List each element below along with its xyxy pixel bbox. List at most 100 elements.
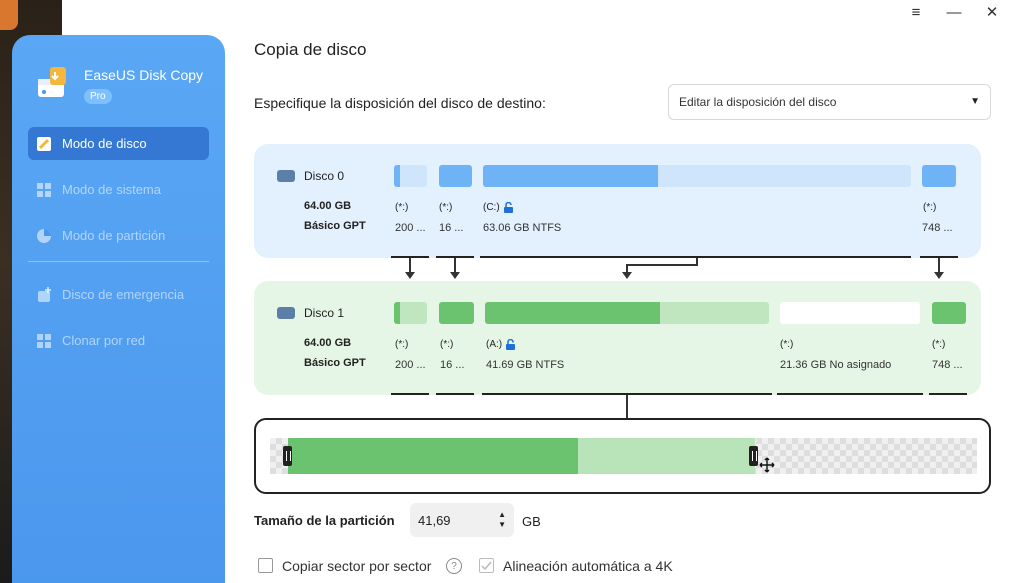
- layout-select-value: Editar la disposición del disco: [679, 95, 837, 109]
- arrow-down-icon: [450, 272, 460, 279]
- partition-bar[interactable]: [439, 302, 474, 324]
- resize-used-space: [288, 438, 578, 474]
- resize-track[interactable]: [270, 438, 977, 474]
- partition-bar[interactable]: [932, 302, 966, 324]
- chevron-down-icon: ▼: [970, 96, 980, 107]
- disk-name: Disco 0: [304, 169, 345, 183]
- easeus-logo-icon: [38, 67, 66, 97]
- pro-badge: Pro: [84, 89, 112, 104]
- sidebar-divider: [28, 261, 209, 262]
- disk-size: 64.00 GB: [304, 200, 352, 212]
- nav-label: Modo de partición: [62, 228, 166, 243]
- arrow-down-icon: [622, 272, 632, 279]
- partition-underline: [436, 393, 474, 395]
- partition-bar[interactable]: [394, 165, 427, 187]
- nav-label: Clonar por red: [62, 333, 146, 348]
- copy-arrow: [626, 264, 628, 272]
- nav-label: Disco de emergencia: [62, 287, 185, 302]
- unlock-icon: [506, 339, 516, 350]
- partition-detail: 63.06 GB NTFS: [483, 222, 562, 234]
- page-title: Copia de disco: [254, 40, 367, 59]
- close-icon[interactable]: ✕: [980, 2, 1004, 22]
- windows-icon: [37, 182, 51, 197]
- partition-size-input[interactable]: 41,69 ▲ ▼: [410, 503, 514, 537]
- layout-label: Especifique la disposición del disco de …: [254, 95, 546, 111]
- sidebar: EaseUS Disk Copy Pro Modo de disco Modo …: [12, 35, 225, 583]
- arrow-down-icon: [934, 272, 944, 279]
- partition-detail: 748 ...: [922, 222, 953, 234]
- partition-detail: 21.36 GB No asignado: [780, 359, 892, 371]
- partition-label: (*:): [440, 339, 454, 350]
- nav-emergency-disk[interactable]: Disco de emergencia: [28, 278, 209, 311]
- disk-type: Básico GPT: [304, 220, 366, 232]
- partition-detail: 41.69 GB NTFS: [486, 359, 565, 371]
- disk-type: Básico GPT: [304, 357, 366, 369]
- nav-network-clone[interactable]: Clonar por red: [28, 324, 209, 357]
- target-disk-panel: [254, 281, 981, 395]
- nav-partition-mode[interactable]: Modo de partición: [28, 219, 209, 252]
- check-icon: [481, 561, 492, 571]
- partition-underline: [391, 393, 429, 395]
- partition-detail: 200 ...: [395, 222, 426, 234]
- desktop-app-corner: [0, 0, 18, 30]
- lock-icon: [503, 202, 513, 213]
- partition-bar-selected[interactable]: [485, 302, 769, 324]
- nav-label: Modo de sistema: [62, 182, 161, 197]
- layout-select[interactable]: Editar la disposición del disco ▼: [668, 84, 991, 120]
- partition-detail: 16 ...: [440, 359, 465, 371]
- pie-icon: [37, 228, 51, 243]
- partition-size-value: 41,69: [418, 512, 451, 528]
- move-cursor-icon: [759, 457, 775, 473]
- partition-size-label: Tamaño de la partición: [254, 513, 395, 528]
- copy-arrow: [454, 258, 456, 272]
- sector-copy-label: Copiar sector por sector: [282, 558, 432, 574]
- partition-detail: 200 ...: [395, 359, 426, 371]
- sector-copy-checkbox[interactable]: [258, 558, 273, 573]
- partition-underline: [777, 393, 923, 395]
- step-down-icon[interactable]: ▼: [498, 520, 506, 530]
- nav-system-mode[interactable]: Modo de sistema: [28, 173, 209, 206]
- copy-arrow: [409, 258, 411, 272]
- minimize-icon[interactable]: —: [942, 2, 966, 22]
- partition-label: (*:): [395, 202, 409, 213]
- partition-label: (*:): [395, 339, 409, 350]
- partition-label: (*:): [932, 339, 946, 350]
- partition-bar[interactable]: [922, 165, 956, 187]
- hard-disk-icon: [277, 307, 295, 319]
- network-clone-icon: [37, 333, 51, 348]
- partition-label: (*:): [780, 339, 794, 350]
- partition-detail: 748 ...: [932, 359, 963, 371]
- help-icon[interactable]: ?: [446, 558, 462, 574]
- partition-label: (A:): [486, 339, 516, 350]
- copy-arrow: [938, 258, 940, 272]
- resize-left-handle[interactable]: [283, 446, 292, 466]
- align-4k-label: Alineación automática a 4K: [503, 558, 673, 574]
- partition-resize-box: [254, 418, 991, 494]
- hard-disk-icon: [277, 170, 295, 182]
- nav-label: Modo de disco: [62, 136, 147, 151]
- source-disk-panel: [254, 144, 981, 258]
- partition-bar-unallocated[interactable]: [780, 302, 920, 324]
- size-unit: GB: [522, 514, 541, 529]
- partition-detail: 16 ...: [439, 222, 464, 234]
- align-4k-checkbox[interactable]: [479, 558, 494, 573]
- partition-bar[interactable]: [394, 302, 427, 324]
- selected-partition-connector: [626, 395, 628, 418]
- app-title: EaseUS Disk Copy: [84, 67, 204, 83]
- partition-bar[interactable]: [439, 165, 472, 187]
- step-up-icon[interactable]: ▲: [498, 510, 506, 520]
- disk-name: Disco 1: [304, 306, 345, 320]
- arrow-down-icon: [405, 272, 415, 279]
- disk-mode-icon: [37, 136, 51, 151]
- emergency-disk-icon: [38, 286, 51, 302]
- menu-icon[interactable]: ≡: [904, 2, 928, 22]
- partition-underline: [929, 393, 967, 395]
- copy-arrow: [626, 264, 698, 266]
- resize-right-handle[interactable]: [749, 446, 758, 466]
- size-stepper[interactable]: ▲ ▼: [498, 510, 506, 530]
- partition-bar[interactable]: [483, 165, 911, 187]
- nav-disk-mode[interactable]: Modo de disco: [28, 127, 209, 160]
- partition-label: (*:): [439, 202, 453, 213]
- disk-size: 64.00 GB: [304, 337, 352, 349]
- partition-label: (C:): [483, 202, 514, 213]
